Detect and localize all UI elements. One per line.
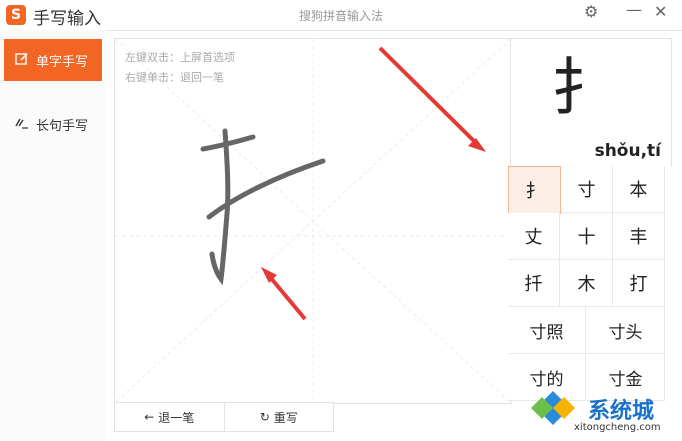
sidebar-item-long-sentence[interactable]: 长句手写 [4, 103, 102, 145]
candidate-cell[interactable]: 打 [613, 260, 665, 307]
canvas-toolbar: ← 退一笔 ↻ 重写 [114, 402, 334, 432]
character-preview: 扌 shǒu,tí [510, 38, 672, 167]
candidate-cell[interactable]: 扦 [508, 260, 560, 307]
watermark-logo-icon [530, 385, 576, 431]
window-title: 搜狗拼音输入法 [298, 9, 383, 23]
candidate-cell[interactable]: 木 [561, 260, 613, 307]
candidate-cell[interactable]: 丰 [613, 213, 665, 260]
edit-icon [14, 52, 30, 69]
sidebar-item-label: 长句手写 [36, 118, 89, 134]
candidate-cell[interactable]: 寸 [561, 166, 613, 213]
candidate-cell[interactable]: 寸照 [508, 307, 586, 354]
rewrite-label: 重写 [273, 410, 298, 425]
watermark-url: xitongcheng.com [574, 422, 661, 433]
undo-label: 退一笔 [158, 410, 195, 425]
close-icon[interactable]: ✕ [654, 2, 667, 21]
pen-lines-icon [14, 116, 30, 133]
sidebar-item-single-char[interactable]: 单字手写 [4, 39, 102, 81]
gear-icon[interactable]: ⚙ [584, 2, 598, 21]
preview-char: 扌 [551, 51, 614, 124]
undo-stroke-button[interactable]: ← 退一笔 [115, 403, 225, 431]
title-bar: S 手写输入 搜狗拼音输入法 ⚙ — ✕ [0, 0, 682, 31]
refresh-icon: ↻ [259, 410, 270, 424]
sidebar-item-label: 单字手写 [36, 54, 89, 70]
hint-double-click: 左键双击：上屏首选项 [125, 51, 235, 64]
minimize-icon[interactable]: — [626, 0, 642, 19]
handwriting-canvas[interactable]: 左键双击：上屏首选项 右键单击：退回一笔 [114, 38, 512, 404]
candidate-cell[interactable]: 本 [613, 166, 665, 213]
preview-pinyin: shǒu,tí [594, 141, 661, 161]
sidebar: 单字手写 长句手写 [0, 30, 106, 441]
arrow-left-icon: ← [144, 410, 155, 424]
candidate-cell[interactable]: 十 [561, 213, 613, 260]
watermark-brand: 系统城 [588, 399, 655, 424]
rewrite-button[interactable]: ↻ 重写 [225, 403, 334, 431]
canvas-guides [115, 39, 511, 403]
hint-right-click: 右键单击：退回一笔 [125, 71, 224, 84]
candidate-cell[interactable]: 扌 [508, 166, 561, 214]
candidate-cell[interactable]: 寸头 [587, 307, 665, 354]
candidate-cell[interactable]: 丈 [508, 213, 560, 260]
